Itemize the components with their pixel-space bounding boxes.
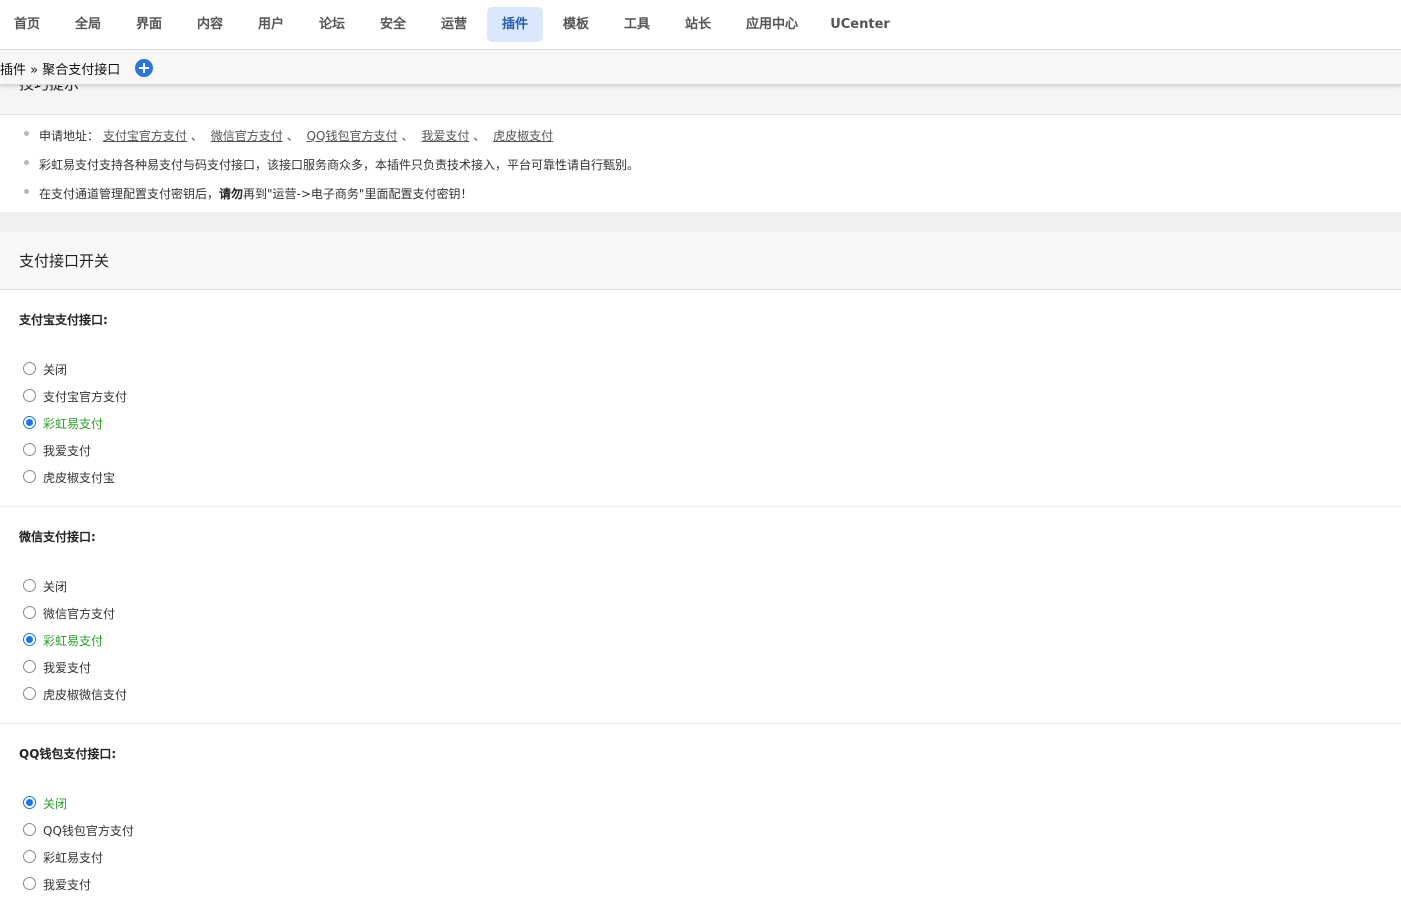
nav-item-home[interactable]: 首页 — [4, 7, 50, 42]
radio-icon[interactable] — [23, 687, 36, 700]
breadcrumb-text: 插件 » 聚合支付接口 — [0, 63, 121, 78]
radio-icon[interactable] — [23, 796, 36, 809]
link-woai-pay[interactable]: 我爱支付 — [421, 129, 469, 143]
top-nav: 首页 全局 界面 内容 用户 论坛 安全 运营 插件 模板 工具 站长 应用中心… — [0, 0, 1401, 50]
nav-item-templates[interactable]: 模板 — [553, 7, 599, 42]
radio-icon[interactable] — [23, 443, 36, 456]
tip-key-note: 在支付通道管理配置支付密钥后，请勿再到"运营->电子商务"里面配置支付密钥！ — [0, 183, 1401, 203]
wechat-group-label: 微信支付接口: — [19, 530, 96, 544]
nav-item-webmaster[interactable]: 站长 — [675, 7, 721, 42]
alipay-group-label: 支付宝支付接口: — [19, 313, 108, 327]
section-header: 支付接口开关 — [0, 232, 1401, 290]
link-alipay-official[interactable]: 支付宝官方支付 — [103, 129, 187, 143]
plus-circle-icon[interactable] — [135, 59, 153, 77]
bullet-icon — [24, 189, 29, 194]
radio-icon[interactable] — [23, 362, 36, 375]
nav-item-content[interactable]: 内容 — [187, 7, 233, 42]
tip-apply-links: 申请地址： 支付宝官方支付、 微信官方支付、 QQ钱包官方支付、 我爱支付、 虎… — [0, 125, 1401, 145]
tip-key-text-pre: 在支付通道管理配置支付密钥后， — [39, 187, 220, 201]
nav-item-ucenter[interactable]: UCenter — [824, 7, 896, 42]
radio-icon[interactable] — [23, 660, 36, 673]
bullet-icon — [24, 131, 29, 136]
nav-item-operations[interactable]: 运营 — [431, 7, 477, 42]
tip-key-text-post: 再到"运营->电子商务"里面配置支付密钥！ — [243, 187, 473, 201]
nav-item-tools[interactable]: 工具 — [614, 7, 660, 42]
link-wechat-official[interactable]: 微信官方支付 — [211, 129, 283, 143]
radio-icon[interactable] — [23, 633, 36, 646]
link-qq-wallet-official[interactable]: QQ钱包官方支付 — [307, 129, 398, 143]
section-title: 支付接口开关 — [19, 252, 110, 270]
nav-item-security[interactable]: 安全 — [370, 7, 416, 42]
tip-apply-prefix: 申请地址： — [39, 129, 100, 143]
radio-icon[interactable] — [23, 579, 36, 592]
link-hupijiao-pay[interactable]: 虎皮椒支付 — [493, 129, 553, 143]
radio-icon[interactable] — [23, 389, 36, 402]
bullet-icon — [24, 160, 29, 165]
group-divider — [0, 506, 1401, 507]
tip-key-text-bold: 请勿 — [219, 187, 244, 201]
nav-item-interface[interactable]: 界面 — [126, 7, 172, 42]
nav-item-users[interactable]: 用户 — [248, 7, 294, 42]
section-gap — [0, 212, 1401, 232]
tips-title: 技巧提示 — [19, 85, 79, 94]
qqwallet-group-label: QQ钱包支付接口: — [19, 747, 117, 761]
tip-caihong-note: 彩虹易支付支持各种易支付与码支付接口，该接口服务商众多，本插件只负责技术接入，平… — [0, 154, 1401, 174]
tips-header: 技巧提示 — [0, 85, 1401, 115]
nav-item-global[interactable]: 全局 — [65, 7, 111, 42]
radio-icon[interactable] — [23, 470, 36, 483]
tip-caihong-text: 彩虹易支付支持各种易支付与码支付接口，该接口服务商众多，本插件只负责技术接入，平… — [39, 158, 640, 172]
radio-icon[interactable] — [23, 850, 36, 863]
radio-icon[interactable] — [23, 877, 36, 890]
nav-item-forum[interactable]: 论坛 — [309, 7, 355, 42]
group-divider — [0, 723, 1401, 724]
radio-icon[interactable] — [23, 416, 36, 429]
radio-icon[interactable] — [23, 823, 36, 836]
radio-icon[interactable] — [23, 606, 36, 619]
nav-item-plugins[interactable]: 插件 — [487, 7, 543, 42]
breadcrumb: 插件 » 聚合支付接口 — [0, 50, 1401, 85]
nav-item-app-center[interactable]: 应用中心 — [737, 7, 807, 42]
